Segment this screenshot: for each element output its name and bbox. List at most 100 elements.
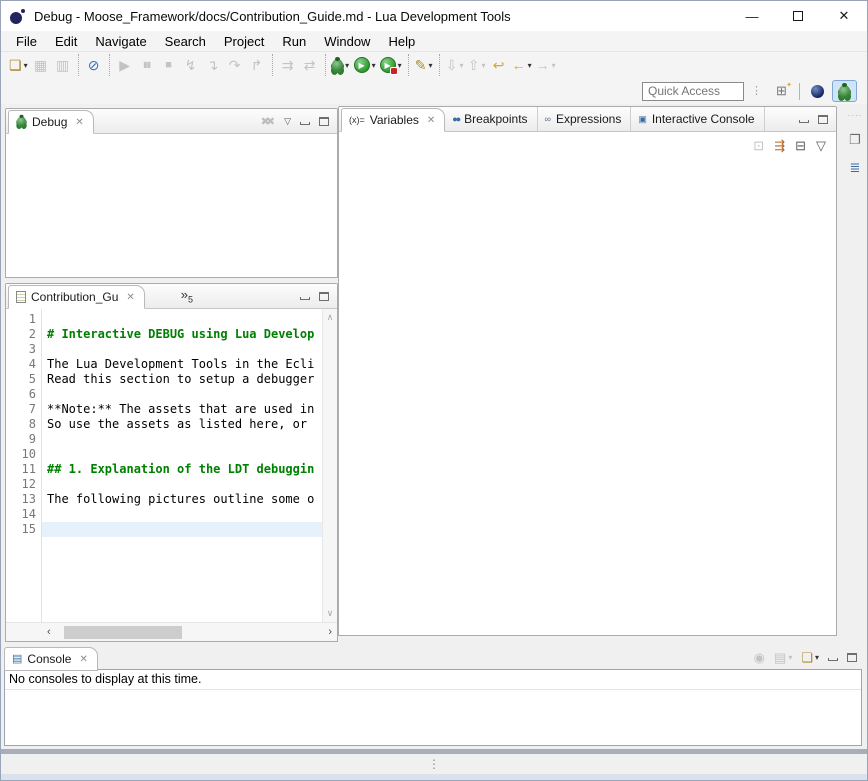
new-wizard-button[interactable]: ❏▾	[7, 54, 30, 76]
tab-breakpoints[interactable]: ●●Breakpoints	[445, 107, 537, 131]
quick-access-input[interactable]	[642, 82, 744, 101]
forward-button: →▾	[534, 54, 558, 76]
dropdown-caret-icon[interactable]: ▾	[398, 61, 402, 70]
statusbar-drag-handle[interactable]: ⋮	[428, 758, 440, 770]
window-close-button[interactable]: ✕	[821, 1, 867, 31]
tab-expressions[interactable]: ∞Expressions	[538, 107, 632, 131]
open-console-button[interactable]: ❏▾	[801, 651, 819, 664]
code-line[interactable]	[42, 447, 322, 462]
maximize-view-icon[interactable]	[818, 115, 828, 124]
line-number: 15	[6, 522, 36, 537]
view-menu-icon[interactable]: ▽	[284, 116, 291, 127]
code-line[interactable]	[42, 432, 322, 447]
tab-contribution-guide[interactable]: Contribution_Gu ✕	[8, 285, 145, 309]
menu-edit[interactable]: Edit	[46, 34, 86, 49]
tab-console[interactable]: ▤ Console ✕	[4, 647, 98, 671]
restore-view-icon[interactable]: ❐	[849, 132, 861, 148]
outline-view-icon[interactable]: ≣	[850, 160, 861, 176]
terminate-button: ■	[158, 54, 180, 76]
dropdown-caret-icon: ▾	[552, 61, 556, 70]
minimize-view-icon[interactable]	[828, 658, 838, 661]
run-button[interactable]: ▶▾	[352, 54, 378, 76]
code-line[interactable]	[42, 507, 322, 522]
tab-debug[interactable]: Debug ✕	[8, 110, 94, 134]
external-tools-button[interactable]: ✎▾	[413, 54, 435, 76]
minimize-view-icon[interactable]	[799, 120, 809, 123]
code-line[interactable]: Read this section to setup a debugger	[42, 372, 322, 387]
code-line[interactable]	[42, 477, 322, 492]
run-with-coverage-button[interactable]: ▶▾	[378, 54, 404, 76]
scrollbar-thumb[interactable]	[64, 626, 182, 639]
tab-close-icon[interactable]: ✕	[79, 654, 87, 665]
dropdown-caret-icon[interactable]: ▾	[24, 61, 28, 70]
window-maximize-button[interactable]	[775, 1, 821, 31]
status-bar: ⋮	[1, 754, 867, 774]
skip-all-breakpoints-button[interactable]: ⊘	[83, 54, 105, 76]
dropdown-caret-icon[interactable]: ▾	[372, 61, 376, 70]
tab-variables[interactable]: (x)=Variables✕	[341, 108, 445, 132]
debug-view-content[interactable]	[6, 134, 337, 277]
show-logical-structures-button[interactable]: ⇶	[774, 139, 785, 152]
menu-navigate[interactable]: Navigate	[86, 34, 155, 49]
open-perspective-button[interactable]: ⊞✦	[769, 80, 794, 102]
dropdown-caret-icon[interactable]: ▾	[815, 653, 819, 662]
dropdown-caret-icon[interactable]: ▾	[345, 61, 349, 70]
code-line[interactable]	[42, 342, 322, 357]
code-line[interactable]: The Lua Development Tools in the Ecli	[42, 357, 322, 372]
horizontal-scrollbar[interactable]: ‹ ›	[6, 622, 337, 641]
menu-run[interactable]: Run	[273, 34, 315, 49]
tab-close-icon[interactable]: ✕	[75, 117, 83, 128]
code-line[interactable]	[42, 387, 322, 402]
code-line[interactable]: # Interactive DEBUG using Lua Develop	[42, 327, 322, 342]
app-window: Debug - Moose_Framework/docs/Contributio…	[0, 0, 868, 781]
scroll-left-icon[interactable]: ‹	[47, 626, 51, 638]
toolbar-group: ⊘	[78, 54, 105, 76]
menu-search[interactable]: Search	[156, 34, 215, 49]
dropdown-caret-icon[interactable]: ▾	[528, 61, 532, 70]
use-step-filters-icon: ⇄	[304, 58, 316, 72]
toolbar-group: ⇩▾⇧▾↩←▾→▾	[439, 54, 558, 76]
code-line[interactable]	[42, 522, 322, 537]
scroll-down-icon[interactable]: ∨	[327, 608, 334, 619]
scroll-right-icon[interactable]: ›	[328, 626, 332, 638]
code-line[interactable]: So use the assets as listed here, or	[42, 417, 322, 432]
code-line[interactable]: ## 1. Explanation of the LDT debuggin	[42, 462, 322, 477]
debug-perspective-button[interactable]	[832, 80, 857, 102]
editor-tabrow: Contribution_Gu ✕ »5	[6, 284, 337, 309]
code-area[interactable]: # Interactive DEBUG using Lua Develop The…	[42, 309, 322, 622]
console-content[interactable]: No consoles to display at this time.	[4, 669, 862, 746]
variables-content[interactable]	[339, 158, 836, 635]
maximize-icon	[793, 11, 803, 21]
maximize-view-icon[interactable]	[847, 653, 857, 662]
step-over-icon: ↷	[229, 58, 241, 72]
debug-tabrow: Debug ✕ ✖✖ ▽	[6, 109, 337, 134]
tab-interactive-console[interactable]: ▣Interactive Console	[631, 107, 764, 131]
hidden-editors-chevron[interactable]: »5	[181, 287, 193, 305]
dropdown-caret-icon[interactable]: ▾	[428, 61, 432, 70]
code-line[interactable]: **Note:** The assets that are used in	[42, 402, 322, 417]
back-button[interactable]: ←▾	[510, 54, 534, 76]
collapse-all-button[interactable]: ⊟	[795, 139, 806, 152]
window-minimize-button[interactable]: —	[729, 1, 775, 31]
tab-close-icon[interactable]: ✕	[427, 115, 435, 126]
badge-icon	[390, 67, 398, 75]
last-edit-location-button[interactable]: ↩	[488, 54, 510, 76]
minimize-view-icon[interactable]	[300, 122, 310, 125]
maximize-view-icon[interactable]	[319, 292, 329, 301]
minimize-view-icon[interactable]	[300, 297, 310, 300]
code-line[interactable]	[42, 312, 322, 327]
lua-perspective-button[interactable]	[805, 80, 830, 102]
menu-project[interactable]: Project	[215, 34, 273, 49]
view-menu-button[interactable]: ▽	[816, 139, 826, 152]
tab-close-icon[interactable]: ✕	[126, 292, 134, 303]
menu-file[interactable]: File	[7, 34, 46, 49]
vertical-scrollbar[interactable]: ∧ ∨	[322, 309, 337, 622]
maximize-view-icon[interactable]	[319, 117, 329, 126]
menu-window[interactable]: Window	[315, 34, 379, 49]
line-number: 1	[6, 312, 36, 327]
tab-debug-label: Debug	[32, 115, 67, 129]
code-line[interactable]: The following pictures outline some o	[42, 492, 322, 507]
menu-help[interactable]: Help	[379, 34, 424, 49]
debug-button[interactable]: ▾	[330, 54, 352, 76]
scroll-up-icon[interactable]: ∧	[327, 312, 334, 323]
